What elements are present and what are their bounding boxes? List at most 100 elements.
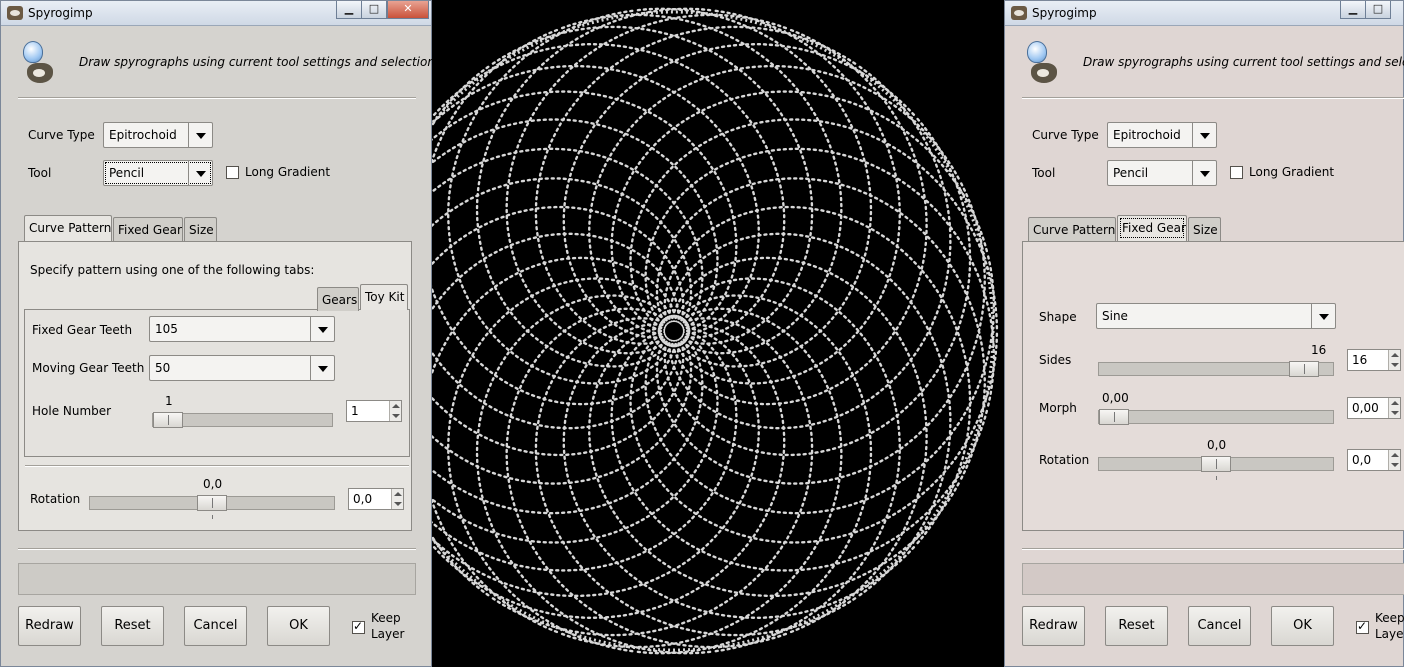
long-gradient-label: Long Gradient — [245, 165, 331, 179]
minimize-button[interactable]: ▁ — [1340, 1, 1366, 19]
morph-slider[interactable] — [1098, 409, 1334, 425]
gimp-app-icon — [1011, 6, 1027, 20]
rotation-spinner[interactable]: 0,0 — [348, 488, 404, 510]
chevron-down-icon — [188, 123, 212, 147]
sides-spinner[interactable]: 16 — [1347, 349, 1401, 371]
spin-arrows-icon[interactable] — [1388, 350, 1400, 370]
tab-curve-pattern[interactable]: Curve Pattern — [24, 215, 112, 241]
subtab-gears[interactable]: Gears — [317, 287, 359, 311]
spyrograph-drawing — [432, 7, 999, 655]
rotation-value: 0,0 — [203, 477, 223, 491]
maximize-button[interactable]: □ — [361, 1, 387, 19]
morph-value: 0,00 — [1102, 391, 1129, 405]
tool-combo[interactable]: Pencil — [1107, 160, 1217, 186]
maximize-button[interactable]: □ — [1365, 1, 1391, 19]
rotation-spin-value: 0,0 — [1352, 453, 1372, 467]
minimize-button[interactable]: ▁ — [336, 1, 362, 19]
rotation-label: Rotation — [1039, 453, 1090, 467]
curve-type-value: Epitrochoid — [1113, 128, 1181, 142]
slider-thumb[interactable] — [197, 495, 227, 511]
chevron-down-icon — [310, 356, 334, 380]
tab-size[interactable]: Size — [184, 217, 217, 241]
fixed-gear-teeth-combo[interactable]: 105 — [149, 316, 335, 342]
slider-thumb[interactable] — [153, 412, 183, 428]
rotation-spinner[interactable]: 0,0 — [1347, 449, 1401, 471]
rotation-slider[interactable] — [89, 495, 335, 511]
rotation-slider[interactable] — [1098, 456, 1334, 472]
tab-size[interactable]: Size — [1188, 217, 1221, 241]
curve-type-label: Curve Type — [1032, 128, 1099, 142]
sides-value: 16 — [1311, 343, 1327, 357]
cancel-button[interactable]: Cancel — [184, 606, 247, 646]
tab-fixed-gear[interactable]: Fixed Gear — [1117, 215, 1187, 241]
chevron-down-icon — [1192, 161, 1216, 185]
rotation-spin-value: 0,0 — [353, 492, 373, 506]
moving-gear-teeth-value: 50 — [155, 361, 171, 375]
long-gradient-checkbox[interactable] — [226, 166, 239, 179]
fixed-gear-teeth-label: Fixed Gear Teeth — [32, 323, 133, 337]
progress-bar — [1022, 563, 1404, 595]
ok-button[interactable]: OK — [267, 606, 330, 646]
hole-number-spinner[interactable]: 1 — [346, 400, 402, 422]
redraw-button[interactable]: Redraw — [1022, 606, 1085, 646]
sides-slider[interactable] — [1098, 361, 1334, 377]
long-gradient-label: Long Gradient — [1249, 165, 1335, 179]
spin-arrows-icon[interactable] — [389, 401, 401, 421]
shape-combo[interactable]: Sine — [1096, 303, 1336, 329]
window-title: Spyrogimp — [1032, 6, 1097, 20]
ok-button[interactable]: OK — [1271, 606, 1334, 646]
rotation-separator — [25, 465, 409, 467]
reset-button[interactable]: Reset — [101, 606, 164, 646]
lightbulb-wilber-icon — [1023, 41, 1059, 87]
rotation-value: 0,0 — [1207, 438, 1227, 452]
chevron-down-icon — [1192, 123, 1216, 147]
image-canvas[interactable] — [432, 0, 1006, 667]
morph-label: Morph — [1039, 401, 1077, 415]
spin-arrows-icon[interactable] — [1388, 398, 1400, 418]
footer-separator — [1022, 548, 1404, 550]
slider-thumb[interactable] — [1201, 456, 1231, 472]
title-bar[interactable]: Spyrogimp ▁ □ — [1005, 1, 1403, 26]
spyrogimp-dialog-left: Spyrogimp ▁ □ ✕ Draw spyrographs using c… — [0, 0, 439, 667]
reset-button[interactable]: Reset — [1105, 606, 1168, 646]
curve-type-value: Epitrochoid — [109, 128, 177, 142]
spin-arrows-icon[interactable] — [1388, 450, 1400, 470]
fixed-gear-teeth-value: 105 — [155, 322, 178, 336]
tool-combo[interactable]: Pencil — [103, 160, 213, 186]
hole-number-slider[interactable] — [152, 412, 333, 428]
moving-gear-teeth-combo[interactable]: 50 — [149, 355, 335, 381]
keep-layer-label-2: Layer — [371, 627, 405, 641]
lightbulb-wilber-icon — [19, 41, 55, 87]
slider-thumb[interactable] — [1288, 361, 1319, 377]
curve-type-combo[interactable]: Epitrochoid — [1107, 122, 1217, 148]
redraw-button[interactable]: Redraw — [18, 606, 81, 646]
cancel-button[interactable]: Cancel — [1188, 606, 1251, 646]
shape-value: Sine — [1102, 309, 1128, 323]
curve-type-label: Curve Type — [28, 128, 95, 142]
spyrogimp-dialog-right: Spyrogimp ▁ □ Draw spyrographs using cur… — [1004, 0, 1404, 667]
keep-layer-checkbox[interactable] — [1356, 619, 1369, 634]
rotation-tick — [1216, 476, 1217, 480]
dialog-description: Draw spyrographs using current tool sett… — [79, 55, 439, 69]
chevron-down-icon — [310, 317, 334, 341]
dialog-description: Draw spyrographs using current tool sett… — [1083, 55, 1404, 69]
rotation-label: Rotation — [30, 492, 81, 506]
header-separator — [1022, 97, 1404, 99]
long-gradient-checkbox[interactable] — [1230, 166, 1243, 179]
footer-separator — [18, 548, 416, 550]
curve-type-combo[interactable]: Epitrochoid — [103, 122, 213, 148]
morph-spinner[interactable]: 0,00 — [1347, 397, 1401, 419]
tab-curve-pattern[interactable]: Curve Pattern — [1028, 217, 1116, 241]
tool-label: Tool — [28, 166, 52, 180]
spin-arrows-icon[interactable] — [391, 489, 403, 509]
keep-layer-label-1: Keep — [371, 611, 401, 625]
title-bar[interactable]: Spyrogimp ▁ □ ✕ — [1, 1, 431, 26]
tab-fixed-gear[interactable]: Fixed Gear — [113, 217, 183, 241]
morph-spin-value: 0,00 — [1352, 401, 1379, 415]
subtab-toy-kit[interactable]: Toy Kit — [360, 284, 408, 310]
keep-layer-checkbox[interactable] — [352, 619, 365, 634]
progress-bar — [18, 563, 416, 595]
slider-thumb[interactable] — [1099, 409, 1129, 425]
hole-number-value: 1 — [165, 394, 173, 408]
close-button[interactable]: ✕ — [387, 1, 429, 19]
